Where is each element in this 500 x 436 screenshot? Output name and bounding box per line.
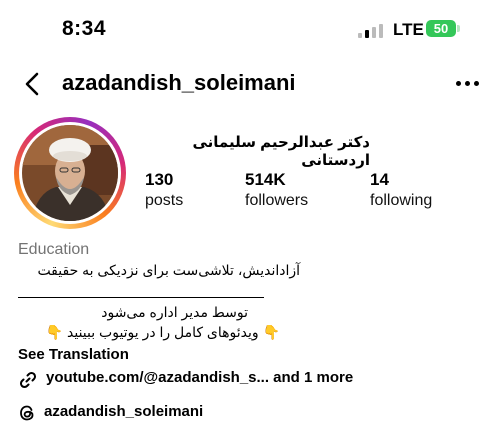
status-time: 8:34 (62, 17, 107, 40)
more-horizontal-icon[interactable] (456, 81, 480, 87)
profile-category: Education (18, 241, 90, 258)
battery-icon: 50 (426, 20, 456, 37)
bio-line: 👇 ویدئوهای کامل را در یوتیوب ببینید 👇 (45, 324, 280, 340)
followers-label[interactable]: followers (245, 192, 308, 210)
threads-link[interactable]: azadandish_soleimani (44, 403, 203, 420)
network-type: LTE (393, 20, 424, 39)
threads-icon (18, 404, 36, 422)
bio-line: آزاداندیش، تلاشی‌ست برای نزدیکی به حقیقت (37, 262, 300, 278)
profile-username: azadandish_soleimani (62, 70, 296, 95)
link-icon (18, 370, 38, 390)
followers-count[interactable]: 514K (245, 170, 286, 190)
signal-icon (358, 22, 384, 38)
following-label[interactable]: following (370, 192, 432, 210)
battery-tip (457, 25, 460, 32)
posts-count[interactable]: 130 (145, 170, 173, 190)
following-count[interactable]: 14 (370, 170, 389, 190)
avatar[interactable] (22, 125, 118, 221)
bio-line: توسط مدیر اداره می‌شود (101, 304, 248, 320)
posts-label[interactable]: posts (145, 192, 183, 210)
see-translation-link[interactable]: See Translation (18, 346, 129, 363)
external-link[interactable]: youtube.com/@azadandish_s... and 1 more (46, 369, 353, 386)
bio-divider (18, 297, 264, 298)
chevron-left-icon[interactable] (22, 72, 44, 96)
profile-full-name: دکتر عبدالرحیم سلیمانی اردستانی (192, 134, 370, 169)
